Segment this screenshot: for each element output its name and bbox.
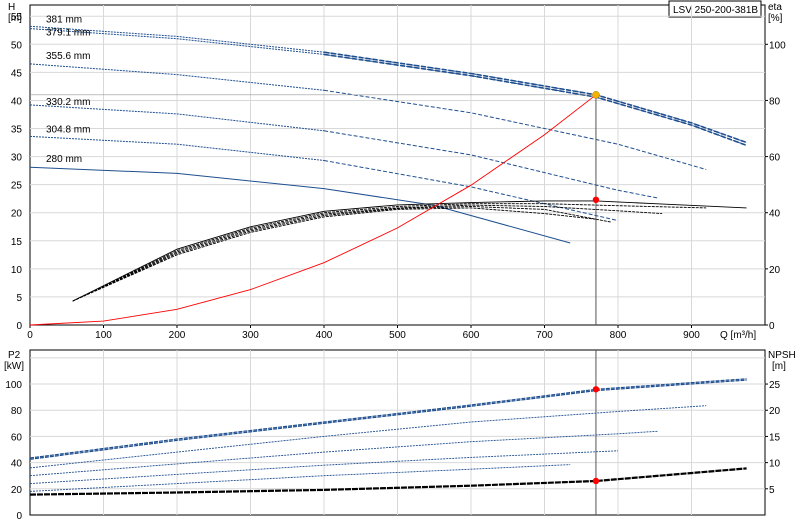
impeller-label: 280 mm <box>46 154 82 165</box>
head-tick-label: 0 <box>16 321 22 332</box>
impeller-label: 379.1 mm <box>46 28 90 39</box>
top-right-axis-title-2: [%] <box>768 13 783 24</box>
model-title-box: LSV 250-200-381B <box>668 0 762 18</box>
bottom-right-axis-title-1: NPSH <box>768 350 796 361</box>
x-tick-label: 400 <box>316 330 333 341</box>
eta-point-marker <box>592 196 600 204</box>
x-tick-label: 800 <box>610 330 627 341</box>
model-title: LSV 250-200-381B <box>673 5 758 16</box>
head-tick-label: 10 <box>11 265 23 276</box>
x-tick-label: 100 <box>95 330 112 341</box>
head-tick-label: 25 <box>11 181 23 192</box>
head-tick-label: 50 <box>11 40 23 51</box>
bottom-right-axis-title-2: [m] <box>772 361 786 372</box>
x-tick-label: 500 <box>389 330 406 341</box>
eta-tick-label: 0 <box>769 321 775 332</box>
power-tick-label: 100 <box>5 380 22 391</box>
bottom-left-axis-title-1: P2 <box>8 350 21 361</box>
impeller-label: 381 mm <box>46 14 82 25</box>
npsh-tick-label: 15 <box>769 432 781 443</box>
head-tick-label: 40 <box>11 96 23 107</box>
x-tick-label: 200 <box>169 330 186 341</box>
eta-tick-label: 40 <box>769 209 781 220</box>
x-tick-label: 0 <box>27 330 33 341</box>
head-tick-label: 55 <box>11 12 23 23</box>
duty-point-marker <box>592 91 600 99</box>
npsh-tick-label: 25 <box>769 380 781 391</box>
x-tick-label: 600 <box>463 330 480 341</box>
power-tick-label: 40 <box>11 459 23 470</box>
bottom-left-axis-title-2: [kW] <box>4 361 24 372</box>
x-tick-label: 900 <box>683 330 700 341</box>
power-tick-label: 20 <box>11 485 23 496</box>
eta-tick-label: 100 <box>769 40 786 51</box>
npsh-point-marker <box>592 477 600 485</box>
eta-tick-label: 20 <box>769 265 781 276</box>
head-tick-label: 35 <box>11 125 23 136</box>
npsh-tick-label: 10 <box>769 459 781 470</box>
x-tick-label: 300 <box>242 330 259 341</box>
impeller-label: 355.6 mm <box>46 51 90 62</box>
head-tick-label: 15 <box>11 237 23 248</box>
x-axis-title: Q [m³/h] <box>720 330 756 341</box>
head-tick-label: 30 <box>11 153 23 164</box>
pump-curve-chart: H [m] eta [%] Q [m³/h] P2 [kW] NPSH [m] … <box>4 0 796 520</box>
power-tick-label: 60 <box>11 432 23 443</box>
power-tick-label: 0 <box>16 511 22 520</box>
npsh-tick-label: 20 <box>769 406 781 417</box>
head-tick-label: 5 <box>16 293 22 304</box>
power-point-marker <box>592 386 600 393</box>
power-tick-label: 80 <box>11 406 23 417</box>
eta-tick-label: 60 <box>769 153 781 164</box>
top-right-axis-title-1: eta <box>768 2 782 13</box>
impeller-label: 330.2 mm <box>46 97 90 108</box>
head-tick-label: 20 <box>11 209 23 220</box>
x-tick-label: 700 <box>536 330 553 341</box>
npsh-tick-label: 5 <box>769 485 775 496</box>
impeller-label: 304.8 mm <box>46 124 90 135</box>
head-tick-label: 45 <box>11 68 23 79</box>
eta-tick-label: 80 <box>769 96 781 107</box>
